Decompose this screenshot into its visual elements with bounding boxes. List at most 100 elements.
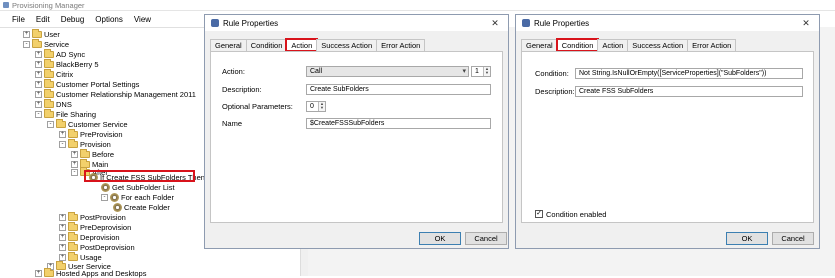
tree-item[interactable]: + BlackBerry 5 [35, 58, 99, 69]
tree-item[interactable]: + Deprovision [59, 231, 120, 242]
tab-action[interactable]: Action [285, 38, 319, 52]
tab-action[interactable]: Action [597, 39, 629, 51]
tree-item[interactable]: + PreDeprovision [59, 221, 131, 232]
expander-icon[interactable]: + [59, 233, 66, 241]
tree-item[interactable]: - Customer Service [47, 118, 128, 129]
tree-item[interactable]: Get SubFolder List [101, 182, 175, 192]
rule-properties-dialog-condition: Rule Properties ✕ General Condition Acti… [515, 14, 820, 249]
tree-item[interactable]: + User [23, 28, 60, 39]
chevron-down-icon: ▾ [462, 68, 466, 75]
spinner-icon[interactable]: ▲ ▼ [483, 67, 490, 76]
condition-field[interactable]: Not String.IsNullOrEmpty([ServicePropert… [575, 68, 803, 79]
description-label: Description: [535, 87, 575, 96]
ok-button[interactable]: OK [726, 232, 768, 245]
folder-icon [68, 241, 78, 251]
folder-icon [68, 251, 78, 261]
folder-icon [56, 118, 66, 128]
expander-icon[interactable]: + [59, 130, 66, 138]
expander-icon[interactable]: - [101, 193, 108, 201]
spinner-icon[interactable]: ▲ ▼ [318, 102, 325, 111]
expander-icon[interactable]: + [35, 100, 42, 108]
expander-icon[interactable]: - [47, 120, 54, 128]
tree-item[interactable]: + PostDeprovision [59, 241, 135, 252]
tree-item[interactable]: + AD Sync [35, 48, 85, 59]
dialog-title: Rule Properties [223, 18, 279, 28]
tab-general[interactable]: General [521, 39, 558, 51]
expander-icon[interactable]: + [59, 243, 66, 251]
tab-condition[interactable]: Condition [555, 38, 600, 52]
description-field[interactable]: Create SubFolders [306, 84, 491, 95]
ok-button[interactable]: OK [419, 232, 461, 245]
name-field[interactable]: $CreateFSSSubFolders [306, 118, 491, 129]
menu-debug[interactable]: Debug [57, 15, 92, 24]
folder-icon [80, 148, 90, 158]
menu-options[interactable]: Options [91, 15, 130, 24]
description-label: Description: [222, 85, 262, 94]
condition-enabled-checkbox[interactable]: ✓ [535, 210, 543, 218]
tab-panel-action: Action: Call ▾ 1 ▲ ▼ Description: Create … [210, 51, 503, 223]
tab-strip: General Condition Action Success Action … [210, 38, 426, 52]
gear-icon [110, 192, 119, 202]
expander-icon[interactable]: + [59, 213, 66, 221]
dialog-titlebar[interactable]: Rule Properties [516, 15, 819, 31]
folder-icon [68, 221, 78, 231]
folder-icon [68, 128, 78, 138]
expander-icon[interactable]: - [71, 168, 78, 176]
expander-icon[interactable]: + [35, 80, 42, 88]
expander-icon[interactable]: - [59, 140, 66, 148]
tree-item[interactable]: Create Folder [113, 202, 170, 212]
tab-success-action[interactable]: Success Action [627, 39, 689, 51]
close-icon[interactable]: ✕ [488, 16, 502, 30]
expander-icon[interactable]: + [23, 30, 30, 38]
folder-icon [32, 38, 42, 48]
tree-item[interactable]: - File Sharing [35, 108, 96, 119]
tab-strip: General Condition Action Success Action … [521, 38, 737, 52]
action-count-stepper[interactable]: 1 ▲ ▼ [471, 66, 491, 77]
expander-icon[interactable]: - [35, 110, 42, 118]
tree-item[interactable]: + PostProvision [59, 211, 126, 222]
tab-error-action[interactable]: Error Action [376, 39, 426, 51]
dialog-icon [211, 19, 219, 27]
menu-edit[interactable]: Edit [32, 15, 57, 24]
action-select[interactable]: Call ▾ [306, 66, 469, 77]
expander-icon[interactable]: + [71, 150, 78, 158]
tree-item[interactable]: - Provision [59, 138, 111, 149]
condition-enabled-label: Condition enabled [546, 210, 607, 219]
tree-item[interactable]: + DNS [35, 98, 72, 109]
optional-parameters-stepper[interactable]: 0 ▲ ▼ [306, 101, 326, 112]
tree-item[interactable]: + Hosted Apps and Desktops [35, 267, 146, 278]
tab-condition[interactable]: Condition [245, 39, 288, 51]
tree-item[interactable]: + PreProvision [59, 128, 123, 139]
name-label: Name [222, 119, 243, 128]
tab-general[interactable]: General [210, 39, 247, 51]
menu-view[interactable]: View [130, 15, 158, 24]
highlight-box-rule [84, 170, 195, 182]
expander-icon[interactable]: + [35, 60, 42, 68]
expander-icon[interactable]: + [35, 70, 42, 78]
tab-error-action[interactable]: Error Action [687, 39, 737, 51]
app-title: Provisioning Manager [12, 0, 85, 10]
folder-icon [44, 267, 54, 277]
tab-success-action[interactable]: Success Action [316, 39, 378, 51]
folder-icon [44, 58, 54, 68]
folder-icon [68, 231, 78, 241]
close-icon[interactable]: ✕ [799, 16, 813, 30]
menu-file[interactable]: File [8, 15, 32, 24]
dialog-titlebar[interactable]: Rule Properties [205, 15, 508, 31]
expander-icon[interactable]: - [23, 40, 30, 48]
tree-item[interactable]: - Service [23, 38, 69, 49]
cancel-button[interactable]: Cancel [465, 232, 507, 245]
tree-item[interactable]: + Before [71, 148, 114, 159]
description-field[interactable]: Create FSS SubFolders [575, 86, 803, 97]
expander-icon[interactable]: + [59, 253, 66, 261]
expander-icon[interactable]: + [35, 50, 42, 58]
expander-icon[interactable]: + [35, 90, 42, 98]
tree-item[interactable]: + Customer Relationship Management 2011 [35, 88, 196, 99]
cancel-button[interactable]: Cancel [772, 232, 814, 245]
tree-item[interactable]: - For each Folder [101, 192, 174, 202]
tree-item[interactable]: + Citrix [35, 68, 73, 79]
expander-icon[interactable]: + [35, 269, 42, 277]
expander-icon[interactable]: + [59, 223, 66, 231]
tree-item[interactable]: + Customer Portal Settings [35, 78, 139, 89]
folder-icon [68, 138, 78, 148]
